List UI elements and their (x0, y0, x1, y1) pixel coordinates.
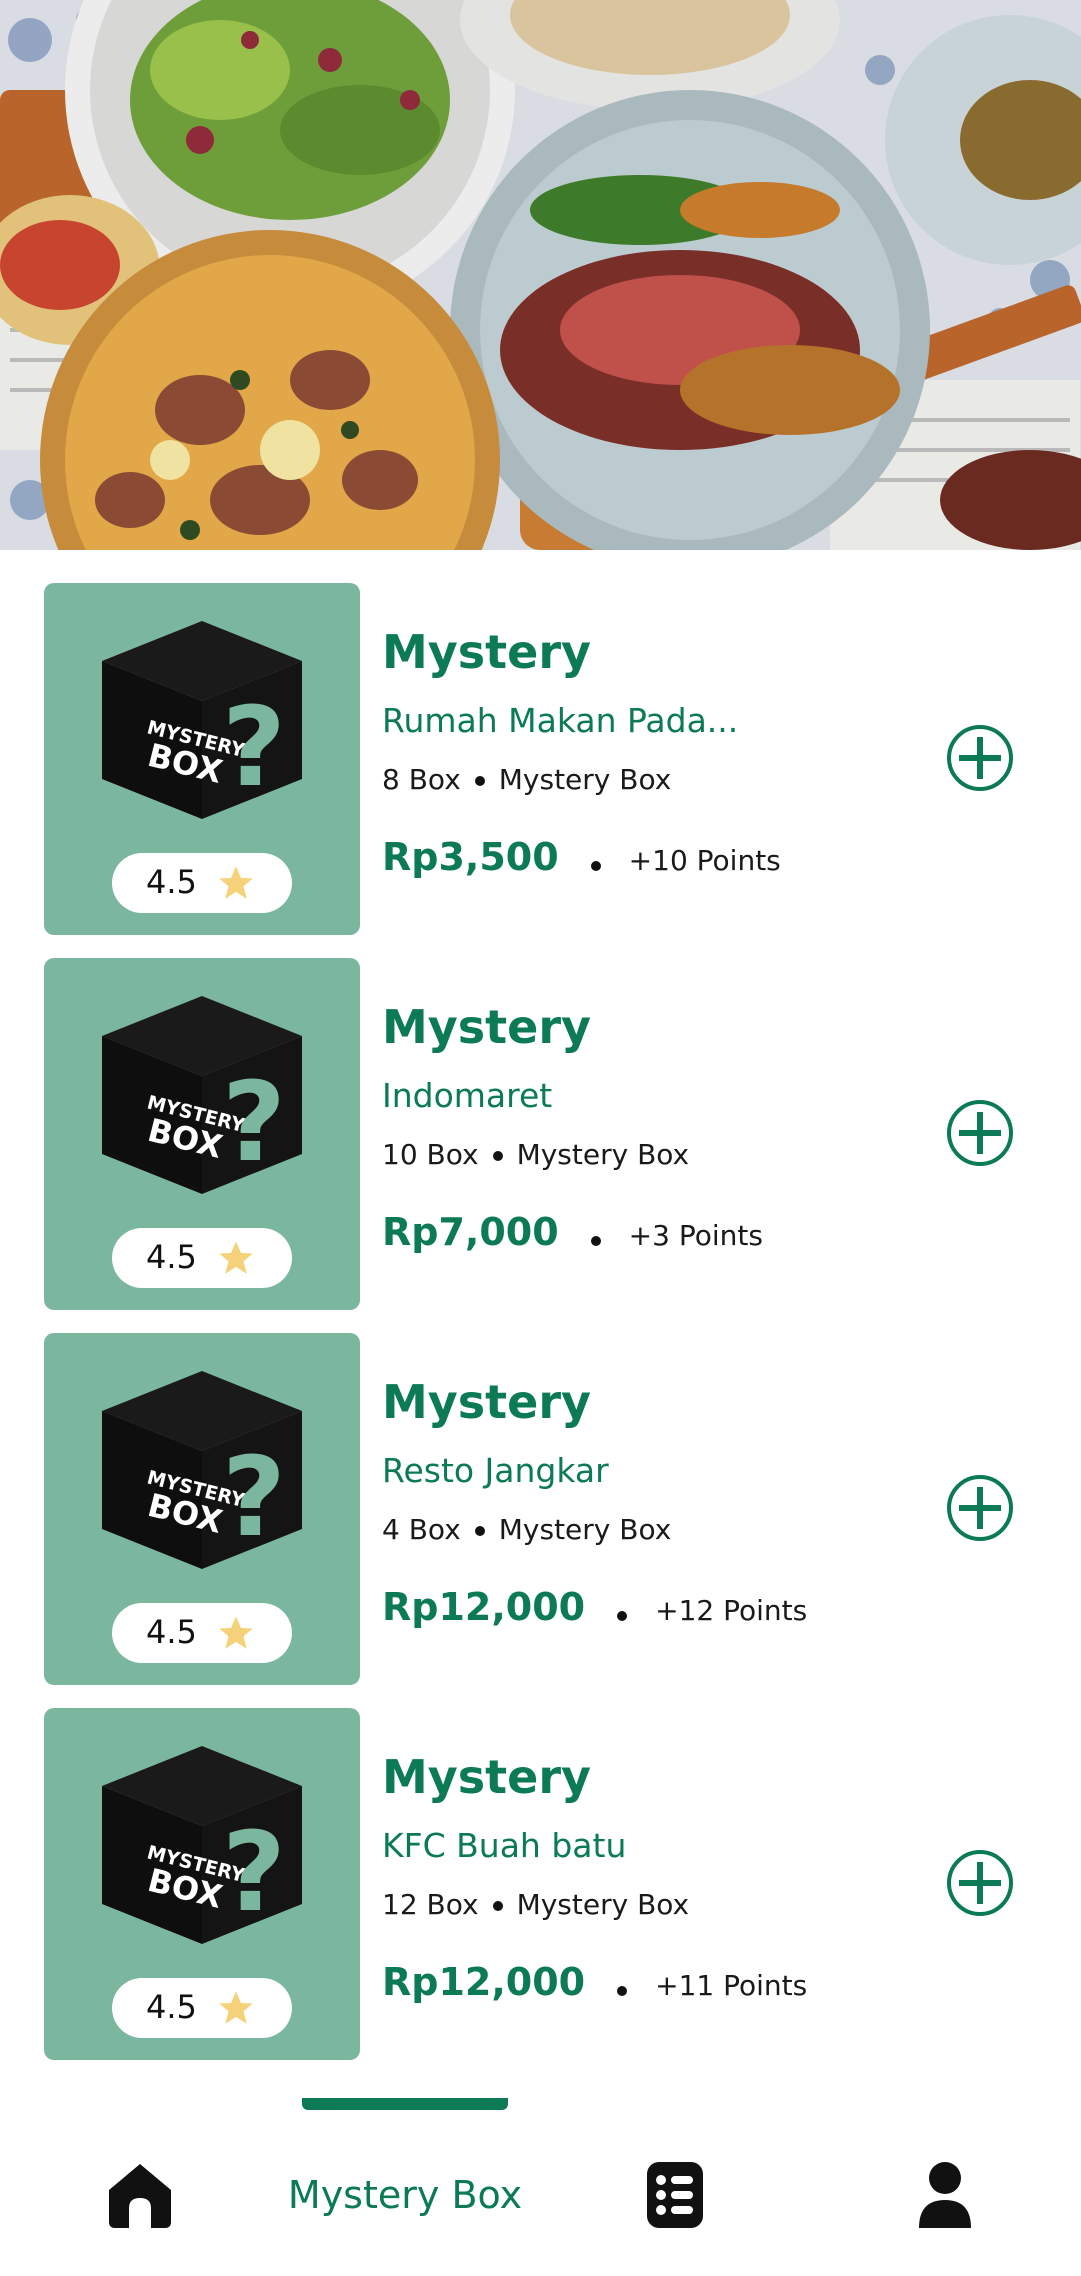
separator-dot (617, 1610, 628, 1621)
list-icon (647, 2162, 703, 2228)
item-category: Mystery Box (516, 1888, 690, 1921)
rating-value: 4.5 (146, 1238, 197, 1276)
store-name[interactable]: Rumah Makan Pada... (382, 701, 738, 740)
rating-badge: 4.5 (112, 1603, 292, 1663)
rating-badge: 4.5 (112, 1228, 292, 1288)
rating-value: 4.5 (146, 863, 197, 901)
separator-dot (590, 860, 601, 871)
svg-text:?: ? (222, 683, 286, 811)
price-row: Rp7,000 +3 Points (382, 1210, 763, 1254)
separator-dot (492, 1901, 503, 1911)
box-count: 4 Box (382, 1513, 461, 1546)
rating-badge: 4.5 (112, 853, 292, 913)
add-to-cart-button[interactable] (945, 1098, 1015, 1168)
rating-value: 4.5 (146, 1988, 197, 2026)
rating-badge: 4.5 (112, 1978, 292, 2038)
item-price: Rp12,000 (382, 1960, 586, 2004)
star-icon (219, 1991, 253, 2024)
item-meta: 4 Box Mystery Box (382, 1513, 671, 1546)
item-title: Mystery (382, 1375, 591, 1429)
store-name[interactable]: Resto Jangkar (382, 1451, 609, 1490)
item-points: +3 Points (628, 1219, 763, 1252)
item-meta: 12 Box Mystery Box (382, 1888, 689, 1921)
box-count: 10 Box (382, 1138, 479, 1171)
mystery-box-icon: MYSTERY BOX ? (102, 621, 302, 819)
item-category: Mystery Box (498, 763, 672, 796)
separator-dot (617, 1985, 628, 1996)
item-points: +12 Points (655, 1594, 808, 1627)
add-to-cart-button[interactable] (945, 723, 1015, 793)
list-item[interactable]: MYSTERY BOX ? 4.5 Mystery Indomaret 10 B… (0, 958, 1081, 1310)
mystery-box-thumbnail: MYSTERY BOX ? 4.5 (44, 1333, 360, 1685)
add-to-cart-button[interactable] (945, 1848, 1015, 1918)
price-row: Rp3,500 +10 Points (382, 835, 781, 879)
item-points: +11 Points (655, 1969, 808, 2002)
nav-profile[interactable] (900, 2150, 990, 2240)
star-icon (219, 1241, 253, 1274)
mystery-box-icon: MYSTERY BOX ? (102, 996, 302, 1194)
separator-dot (492, 1151, 503, 1161)
mystery-box-thumbnail: MYSTERY BOX ? 4.5 (44, 958, 360, 1310)
item-title: Mystery (382, 1750, 591, 1804)
box-count: 8 Box (382, 763, 461, 796)
item-price: Rp12,000 (382, 1585, 586, 1629)
item-price: Rp3,500 (382, 835, 559, 879)
store-name[interactable]: KFC Buah batu (382, 1826, 626, 1865)
separator-dot (474, 1526, 485, 1536)
hero-banner-image (0, 0, 1081, 550)
box-count: 12 Box (382, 1888, 479, 1921)
add-to-cart-button[interactable] (945, 1473, 1015, 1543)
mystery-box-thumbnail: MYSTERY BOX ? 4.5 (44, 583, 360, 935)
rating-value: 4.5 (146, 1613, 197, 1651)
star-icon (219, 866, 253, 899)
svg-text:?: ? (222, 1808, 286, 1936)
active-tab-indicator (302, 2098, 508, 2110)
mystery-box-icon: MYSTERY BOX ? (102, 1371, 302, 1569)
bottom-navigation: Mystery Box (0, 2090, 1081, 2276)
separator-dot (474, 776, 485, 786)
item-price: Rp7,000 (382, 1210, 559, 1254)
item-category: Mystery Box (516, 1138, 690, 1171)
svg-text:?: ? (222, 1433, 286, 1561)
item-title: Mystery (382, 1000, 591, 1054)
mystery-box-icon: MYSTERY BOX ? (102, 1746, 302, 1944)
nav-mystery-box[interactable]: Mystery Box (280, 2150, 530, 2240)
item-meta: 10 Box Mystery Box (382, 1138, 689, 1171)
item-title: Mystery (382, 625, 591, 679)
star-icon (219, 1616, 253, 1649)
list-item[interactable]: MYSTERY BOX ? 4.5 Mystery Rumah Makan Pa… (0, 583, 1081, 935)
profile-icon (919, 2162, 971, 2228)
item-category: Mystery Box (498, 1513, 672, 1546)
nav-home[interactable] (95, 2150, 185, 2240)
list-item[interactable]: MYSTERY BOX ? 4.5 Mystery KFC Buah batu … (0, 1708, 1081, 2060)
list-item[interactable]: MYSTERY BOX ? 4.5 Mystery Resto Jangkar … (0, 1333, 1081, 1685)
svg-text:?: ? (222, 1058, 286, 1186)
item-meta: 8 Box Mystery Box (382, 763, 671, 796)
separator-dot (590, 1235, 601, 1246)
price-row: Rp12,000 +11 Points (382, 1960, 807, 2004)
nav-orders[interactable] (630, 2150, 720, 2240)
nav-label-mystery-box: Mystery Box (287, 2173, 523, 2217)
home-icon (109, 2164, 171, 2228)
mystery-box-thumbnail: MYSTERY BOX ? 4.5 (44, 1708, 360, 2060)
item-points: +10 Points (628, 844, 781, 877)
price-row: Rp12,000 +12 Points (382, 1585, 807, 1629)
store-name[interactable]: Indomaret (382, 1076, 552, 1115)
